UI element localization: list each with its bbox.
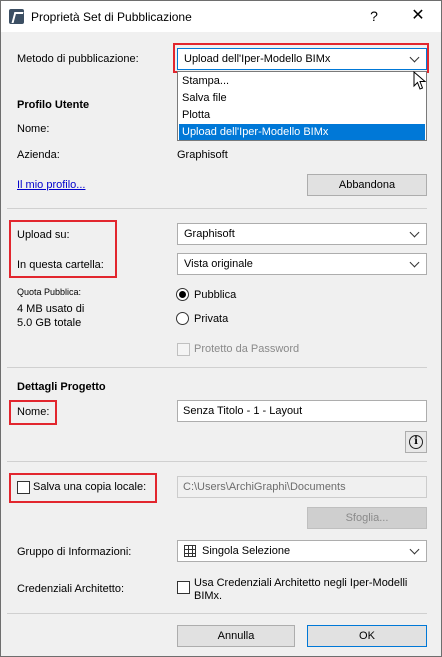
folder-select[interactable]: Vista originale <box>177 253 427 275</box>
highlight-box-method <box>173 43 429 73</box>
quota-label: Quota Pubblica: <box>17 287 82 297</box>
window-title: Proprietà Set di Pubblicazione <box>31 10 192 24</box>
method-label: Metodo di pubblicazione: <box>17 53 139 65</box>
project-name-input[interactable]: Senza Titolo - 1 - Layout <box>177 400 427 422</box>
table-grid-icon <box>184 545 196 557</box>
separator <box>7 208 427 209</box>
dialog-window: Proprietà Set di Pubblicazione ? ✕ Metod… <box>0 0 442 657</box>
separator <box>7 613 427 614</box>
password-checkbox[interactable] <box>177 343 190 356</box>
info-group-select[interactable]: Singola Selezione <box>177 540 427 562</box>
quota-total: 5.0 GB totale <box>17 317 82 329</box>
architect-checkbox[interactable] <box>177 581 190 594</box>
public-radio[interactable] <box>176 288 189 301</box>
architect-checkbox-line1: Usa Credenziali Architetto negli Iper-Mo… <box>194 577 408 589</box>
chevron-down-icon <box>409 227 420 238</box>
profile-company-value: Graphisoft <box>177 149 228 161</box>
quota-used: 4 MB usato di <box>17 303 85 315</box>
highlight-box-name <box>9 400 57 425</box>
architect-label: Credenziali Architetto: <box>17 583 124 595</box>
archicad-app-icon <box>9 9 24 24</box>
info-group-label: Gruppo di Informazioni: <box>17 546 132 558</box>
close-button[interactable]: ✕ <box>405 6 431 26</box>
project-heading: Dettagli Progetto <box>17 381 106 393</box>
private-radio[interactable] <box>176 312 189 325</box>
project-name-value: Senza Titolo - 1 - Layout <box>183 405 303 417</box>
method-dropdown-list: Stampa... Salva file Plotta Upload dell'… <box>177 71 427 141</box>
local-copy-path: C:\Users\ArchiGraphi\Documents <box>183 481 346 493</box>
architect-checkbox-line2: BIMx. <box>194 590 223 602</box>
cancel-button[interactable]: Annulla <box>177 625 295 647</box>
dropdown-option-bimx-upload[interactable]: Upload dell'Iper-Modello BIMx <box>179 124 425 140</box>
separator <box>7 367 427 368</box>
help-button[interactable]: ? <box>361 6 387 26</box>
local-copy-path-input[interactable]: C:\Users\ArchiGraphi\Documents <box>177 476 427 498</box>
info-button[interactable]: i <box>405 431 427 453</box>
chevron-down-icon <box>409 257 420 268</box>
info-icon: i <box>409 435 423 449</box>
leave-button[interactable]: Abbandona <box>307 174 427 196</box>
local-copy-checkbox[interactable] <box>17 481 30 494</box>
dropdown-option-plot[interactable]: Plotta <box>179 107 425 123</box>
browse-button[interactable]: Sfoglia... <box>307 507 427 529</box>
separator <box>7 461 427 462</box>
upload-on-value: Graphisoft <box>184 228 235 240</box>
chevron-down-icon <box>409 544 420 555</box>
my-profile-link[interactable]: Il mio profilo... <box>17 179 85 191</box>
folder-value: Vista originale <box>184 258 253 270</box>
ok-button[interactable]: OK <box>307 625 427 647</box>
public-label: Pubblica <box>194 289 237 301</box>
local-copy-label: Salva una copia locale: <box>33 481 147 493</box>
dropdown-option-save-file[interactable]: Salva file <box>179 90 425 106</box>
dropdown-option-print[interactable]: Stampa... <box>179 73 425 89</box>
upload-on-select[interactable]: Graphisoft <box>177 223 427 245</box>
info-group-value: Singola Selezione <box>202 545 291 557</box>
private-label: Privata <box>194 313 229 325</box>
highlight-box-upload <box>9 220 117 278</box>
password-label: Protetto da Password <box>194 343 300 355</box>
profile-name-label: Nome: <box>17 123 50 135</box>
profile-company-label: Azienda: <box>17 149 60 161</box>
mouse-cursor-icon <box>413 71 427 90</box>
title-bar: Proprietà Set di Pubblicazione ? ✕ <box>1 1 441 32</box>
profile-heading: Profilo Utente <box>17 99 90 111</box>
